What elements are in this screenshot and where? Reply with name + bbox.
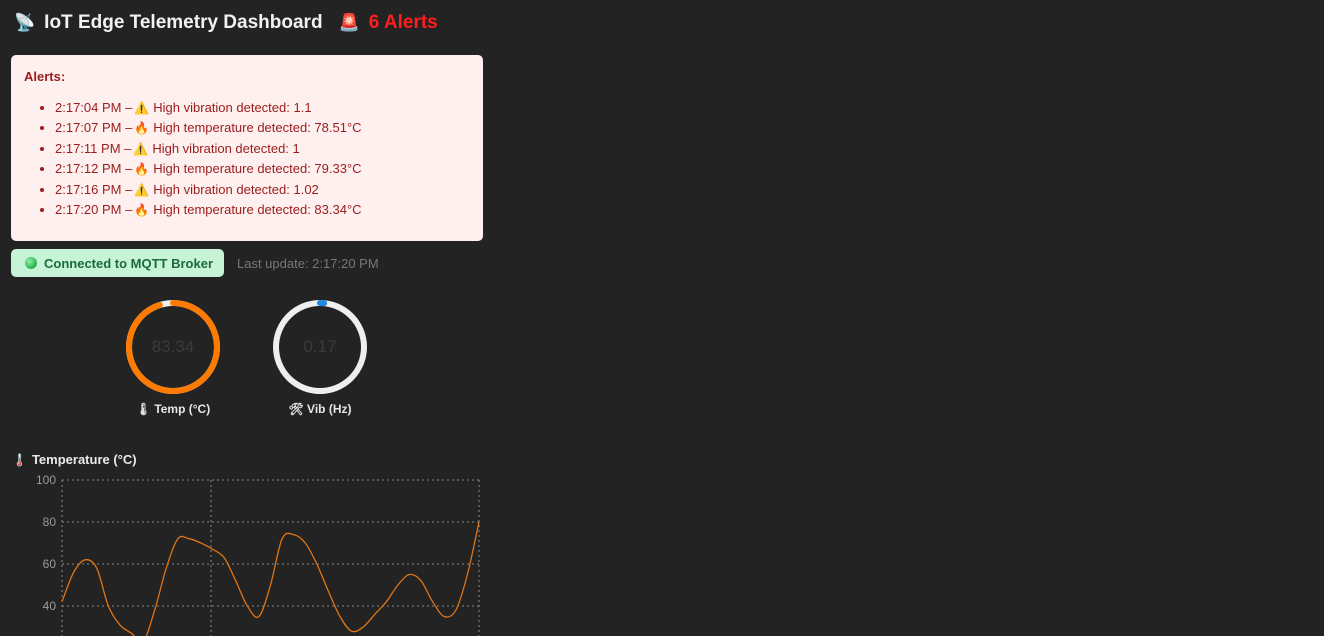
temperature-gauge-value: 83.34 xyxy=(152,337,195,356)
alerts-heading: Alerts: xyxy=(24,69,66,84)
temperature-gauge-ring: 83.34 xyxy=(126,300,220,394)
alert-message: High vibration detected: 1.1 xyxy=(153,100,312,115)
alert-time: 2:17:07 PM – xyxy=(55,120,133,136)
alert-item: 2:17:07 PM –🔥High temperature detected: … xyxy=(55,118,471,138)
y-tick-label: 40 xyxy=(43,599,57,613)
last-update-text: Last update: 2:17:20 PM xyxy=(237,256,379,271)
police-light-icon: 🚨 xyxy=(338,13,360,32)
alert-message: High vibration detected: 1.02 xyxy=(153,181,319,197)
temperature-chart-title-text: Temperature (°C) xyxy=(31,452,137,467)
alert-time: 2:17:04 PM – xyxy=(55,100,133,115)
alert-message: High temperature detected: 83.34°C xyxy=(153,202,362,218)
temperature-chart-title: 🌡️ Temperature (°C) xyxy=(12,452,137,467)
alert-time: 2:17:16 PM – xyxy=(55,181,133,197)
fire-icon: 🔥 xyxy=(134,162,150,177)
vibration-gauge-value: 0.17 xyxy=(303,337,336,356)
connection-status-text: Connected to MQTT Broker xyxy=(44,255,214,271)
dashboard-page: 📡 IoT Edge Telemetry Dashboard 🚨 6 Alert… xyxy=(0,0,1324,636)
alert-item: 2:17:20 PM –🔥High temperature detected: … xyxy=(55,200,471,220)
vibration-gauge: 0.17 🛠 Vib (Hz) xyxy=(265,297,375,416)
alert-item: 2:17:12 PM –🔥High temperature detected: … xyxy=(55,159,471,179)
vibration-gauge-ring: 0.17 xyxy=(273,300,367,394)
y-tick-label: 60 xyxy=(43,557,57,571)
temperature-series-line xyxy=(61,521,480,636)
vibration-gauge-label: 🛠 Vib (Hz) xyxy=(288,402,352,416)
alerts-list: 2:17:04 PM –⚠️High vibration detected: 1… xyxy=(23,98,471,220)
satellite-antenna-icon: 📡 xyxy=(14,13,36,32)
header: 📡 IoT Edge Telemetry Dashboard 🚨 6 Alert… xyxy=(14,12,438,34)
y-tick-label: 80 xyxy=(43,515,57,529)
status-dot-icon xyxy=(25,257,37,269)
warning-icon: ⚠️ xyxy=(134,101,150,115)
alerts-panel: Alerts: 2:17:04 PM –⚠️High vibration det… xyxy=(11,55,483,241)
alert-time: 2:17:20 PM – xyxy=(55,202,133,218)
y-tick-label: 100 xyxy=(36,473,56,487)
connection-status-badge: Connected to MQTT Broker xyxy=(11,249,224,277)
alert-item: 2:17:11 PM –⚠️High vibration detected: 1 xyxy=(55,139,471,159)
temperature-gauge-label: 🌡 Temp (°C) xyxy=(135,402,211,416)
alert-time: 2:17:12 PM – xyxy=(55,161,133,177)
fire-icon: 🔥 xyxy=(134,121,150,136)
temperature-chart: 100 80 60 40 xyxy=(36,473,480,636)
fire-icon: 🔥 xyxy=(134,203,150,218)
alert-message: High vibration detected: 1 xyxy=(152,140,300,156)
warning-icon: ⚠️ xyxy=(133,141,149,156)
page-title: IoT Edge Telemetry Dashboard xyxy=(44,12,323,33)
alert-message: High temperature detected: 79.33°C xyxy=(153,161,362,177)
warning-icon: ⚠️ xyxy=(134,182,150,197)
temperature-gauge: 83.34 🌡 Temp (°C) xyxy=(118,297,228,416)
thermometer-icon: 🌡️ xyxy=(12,453,27,467)
alert-item: 2:17:16 PM –⚠️High vibration detected: 1… xyxy=(55,180,471,200)
alert-count: 6 Alerts xyxy=(368,12,438,33)
alert-item: 2:17:04 PM –⚠️High vibration detected: 1… xyxy=(55,98,471,118)
alert-time: 2:17:11 PM – xyxy=(55,140,132,156)
alert-message: High temperature detected: 78.51°C xyxy=(153,120,362,136)
